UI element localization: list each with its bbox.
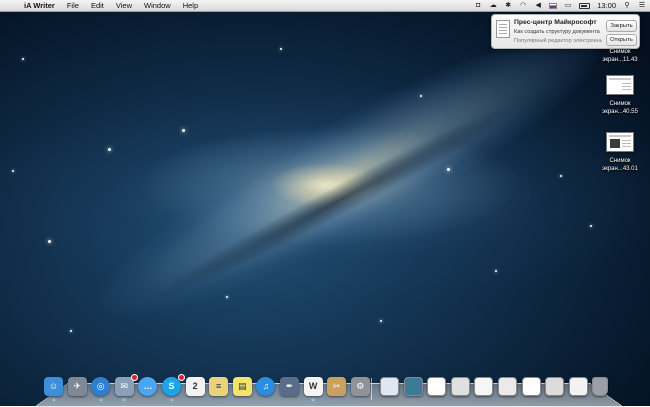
dock-separator bbox=[371, 378, 372, 400]
menu-clock[interactable]: 13:00 bbox=[597, 1, 616, 10]
app-menu[interactable]: iA Writer bbox=[18, 0, 61, 11]
status-area: ◘ ☁ ✱ ◠ ◀ ▭ 13:00 ⚲ ☰ bbox=[474, 0, 646, 11]
running-indicator bbox=[312, 399, 315, 401]
star bbox=[380, 320, 382, 322]
spotlight-search-icon[interactable]: ⚲ bbox=[623, 2, 631, 10]
ia-writer-icon[interactable]: W bbox=[303, 377, 323, 396]
star bbox=[12, 170, 14, 172]
star bbox=[280, 48, 282, 50]
running-indicator bbox=[170, 399, 173, 401]
file-label-line2: экран...40.55 bbox=[602, 109, 638, 115]
wifi-icon[interactable]: ◠ bbox=[519, 2, 527, 10]
star bbox=[182, 129, 185, 132]
running-indicator bbox=[52, 399, 55, 401]
volume-icon[interactable]: ◀ bbox=[534, 2, 542, 10]
notification-badge bbox=[130, 374, 138, 381]
battery-icon[interactable] bbox=[579, 2, 591, 9]
screenshot-thumb-3-icon[interactable] bbox=[474, 377, 494, 396]
messages-icon[interactable]: … bbox=[138, 377, 158, 396]
notification-body: Популярный редактор электронных таблиц bbox=[514, 38, 602, 44]
dock: ☺ ✈ ◎ ✉… S 2 ≡ ▤ ♫ ✒ W ✂ ⚙ bbox=[40, 374, 620, 406]
system-preferences-icon[interactable]: ⚙ bbox=[350, 377, 370, 396]
cloud-icon[interactable]: ☁ bbox=[489, 2, 497, 10]
safari-icon[interactable]: ◎ bbox=[91, 377, 111, 396]
star bbox=[560, 175, 562, 177]
documents-stack-icon[interactable] bbox=[380, 377, 399, 396]
screenshot-thumbnail-icon bbox=[606, 75, 634, 95]
screenshot-thumb-2-icon[interactable] bbox=[450, 377, 470, 396]
star bbox=[108, 148, 111, 151]
running-indicator bbox=[123, 399, 126, 401]
input-source-flag-icon[interactable] bbox=[549, 2, 558, 9]
menu-window[interactable]: Window bbox=[138, 0, 177, 11]
shield-icon[interactable]: ◘ bbox=[474, 2, 482, 10]
screenshot-thumb-icon[interactable] bbox=[427, 377, 447, 396]
menu-edit[interactable]: Edit bbox=[85, 0, 110, 11]
itunes-icon[interactable]: ♫ bbox=[256, 377, 276, 396]
screenshot-thumb-4-icon[interactable] bbox=[498, 377, 517, 396]
star bbox=[590, 225, 592, 227]
skype-icon[interactable]: S bbox=[162, 374, 185, 396]
menu-bar: iA Writer File Edit View Window Help ◘ ☁… bbox=[0, 0, 650, 12]
scripting-icon[interactable]: ✂ bbox=[327, 377, 347, 396]
file-label-line2: экран...11.43 bbox=[602, 57, 638, 63]
mail-icon[interactable]: ✉ bbox=[114, 374, 138, 396]
file-label-line1: Снимок bbox=[609, 158, 631, 164]
star bbox=[22, 58, 24, 60]
star bbox=[48, 240, 51, 243]
star bbox=[447, 168, 450, 171]
menu-view[interactable]: View bbox=[110, 0, 138, 11]
desktop-file-3[interactable]: Снимок экран...43.01 bbox=[596, 132, 644, 173]
star bbox=[70, 330, 72, 332]
notification-subtitle: Как создать структуру документа bbox=[514, 29, 600, 35]
document-icon bbox=[496, 20, 510, 38]
calendar-icon[interactable]: 2 bbox=[185, 377, 205, 396]
screenshot-thumb-6-icon[interactable] bbox=[545, 377, 565, 396]
desktop-wallpaper bbox=[0, 0, 650, 406]
trash-icon[interactable] bbox=[592, 377, 609, 396]
notification-badge bbox=[178, 374, 185, 381]
launchpad-icon[interactable]: ✈ bbox=[67, 377, 87, 396]
screenshot-thumb-5-icon[interactable] bbox=[521, 377, 541, 396]
running-indicator bbox=[99, 399, 102, 401]
screenshot-thumbnail-icon bbox=[606, 132, 634, 152]
finder-icon[interactable]: ☺ bbox=[44, 377, 63, 396]
airplay-icon[interactable]: ▭ bbox=[564, 2, 572, 10]
notification-close-button[interactable]: Закрыть bbox=[606, 20, 637, 32]
file-label-line1: Снимок bbox=[609, 101, 631, 107]
document-thumb-icon[interactable] bbox=[403, 377, 423, 396]
stickies-icon[interactable]: ▤ bbox=[232, 377, 252, 396]
star bbox=[420, 95, 422, 97]
screenshot-thumb-7-icon[interactable] bbox=[568, 377, 588, 396]
file-label-line1: Снимок bbox=[609, 49, 631, 55]
menu-help[interactable]: Help bbox=[177, 0, 204, 11]
star bbox=[495, 270, 497, 272]
menu-file[interactable]: File bbox=[61, 0, 85, 11]
notification-banner[interactable]: Прес-центр Майкрософт Как создать структ… bbox=[491, 14, 640, 49]
notification-center-icon[interactable]: ☰ bbox=[638, 2, 646, 10]
bluetooth-icon[interactable]: ✱ bbox=[504, 2, 512, 10]
file-label-line2: экран...43.01 bbox=[602, 166, 638, 172]
quill-icon[interactable]: ✒ bbox=[280, 377, 299, 396]
notification-open-button[interactable]: Открыть bbox=[606, 34, 637, 46]
notes-icon[interactable]: ≡ bbox=[209, 377, 229, 396]
desktop-file-1[interactable]: Снимок экран...11.43 bbox=[596, 48, 644, 64]
notification-title: Прес-центр Майкрософт bbox=[514, 19, 597, 26]
desktop-file-2[interactable]: Снимок экран...40.55 bbox=[596, 75, 644, 116]
star bbox=[226, 296, 228, 298]
